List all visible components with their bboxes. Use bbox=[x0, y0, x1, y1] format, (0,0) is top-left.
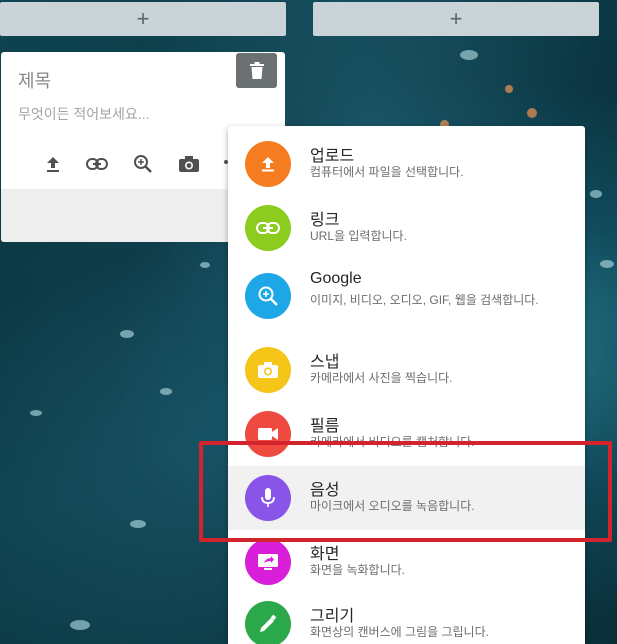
menu-item-voice[interactable]: 음성 마이크에서 오디오를 녹음합니다. bbox=[228, 466, 585, 530]
menu-item-draw[interactable]: 그리기 화면상의 캔버스에 그림을 그립니다. bbox=[228, 592, 585, 644]
menu-item-desc: 카메라에서 비디오를 캡처합니다. bbox=[310, 435, 475, 449]
menu-item-desc: URL을 입력합니다. bbox=[310, 229, 407, 243]
menu-item-title: Google bbox=[310, 270, 362, 287]
search-zoom-icon bbox=[245, 273, 291, 319]
link-icon[interactable] bbox=[83, 150, 111, 178]
attachment-menu: 업로드 컴퓨터에서 파일을 선택합니다. 링크 URL을 입력합니다. Goog… bbox=[228, 126, 585, 644]
search-zoom-icon[interactable] bbox=[129, 150, 157, 178]
menu-item-desc: 화면을 녹화합니다. bbox=[310, 563, 405, 577]
add-note-button[interactable]: + bbox=[0, 2, 286, 36]
menu-item-title: 필름 bbox=[310, 418, 340, 435]
add-note-button[interactable]: + bbox=[313, 2, 599, 36]
upload-icon[interactable] bbox=[39, 150, 67, 178]
menu-item-film[interactable]: 필름 카메라에서 비디오를 캡처합니다. bbox=[228, 402, 585, 466]
menu-item-title: 그리기 bbox=[310, 608, 355, 625]
delete-note-button[interactable] bbox=[236, 53, 277, 88]
camera-icon bbox=[245, 347, 291, 393]
menu-item-snap[interactable]: 스냅 카메라에서 사진을 찍습니다. bbox=[228, 338, 585, 402]
menu-item-link[interactable]: 링크 URL을 입력합니다. bbox=[228, 196, 585, 260]
menu-item-screen[interactable]: 화면 화면을 녹화합니다. bbox=[228, 530, 585, 594]
video-camera-icon bbox=[245, 411, 291, 457]
screen-record-icon bbox=[245, 539, 291, 585]
menu-item-desc: 화면상의 캔버스에 그림을 그립니다. bbox=[310, 625, 489, 639]
note-body-field[interactable]: 무엇이든 적어보세요... bbox=[18, 104, 149, 124]
menu-item-desc: 이미지, 비디오, 오디오, GIF, 웹을 검색합니다. bbox=[310, 293, 539, 307]
upload-icon bbox=[245, 141, 291, 187]
menu-item-desc: 마이크에서 오디오를 녹음합니다. bbox=[310, 499, 475, 513]
menu-item-desc: 카메라에서 사진을 찍습니다. bbox=[310, 371, 453, 385]
trash-icon bbox=[249, 62, 264, 79]
menu-item-upload[interactable]: 업로드 컴퓨터에서 파일을 선택합니다. bbox=[228, 132, 585, 196]
microphone-icon bbox=[245, 475, 291, 521]
camera-icon[interactable] bbox=[175, 150, 203, 178]
menu-item-title: 링크 bbox=[310, 212, 340, 229]
menu-item-desc: 컴퓨터에서 파일을 선택합니다. bbox=[310, 165, 464, 179]
note-title-field[interactable]: 제목 bbox=[18, 67, 51, 93]
menu-item-title: 스냅 bbox=[310, 354, 340, 371]
menu-item-google[interactable]: Google 이미지, 비디오, 오디오, GIF, 웹을 검색합니다. bbox=[228, 260, 585, 332]
menu-item-title: 화면 bbox=[310, 546, 340, 563]
menu-item-title: 음성 bbox=[310, 482, 340, 499]
pencil-icon bbox=[245, 601, 291, 644]
link-icon bbox=[245, 205, 291, 251]
menu-item-title: 업로드 bbox=[310, 148, 355, 165]
